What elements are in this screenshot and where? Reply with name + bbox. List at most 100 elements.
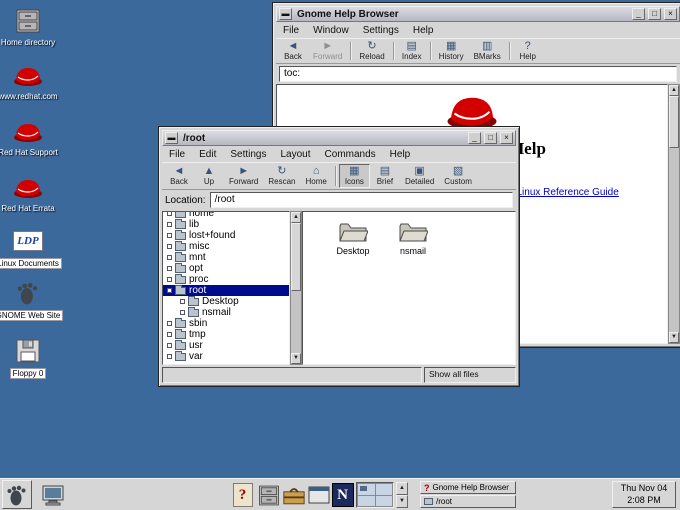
help-button[interactable]: ? Help bbox=[513, 40, 543, 62]
expander-icon[interactable] bbox=[167, 343, 172, 348]
desktop-icon-redhat-errata[interactable]: Red Hat Errata bbox=[2, 172, 54, 213]
help-launcher[interactable]: ? bbox=[230, 482, 255, 508]
pager-desktop-2[interactable] bbox=[376, 484, 393, 495]
help-titlebar[interactable]: ▬ Gnome Help Browser _ □ × bbox=[276, 6, 680, 22]
history-button[interactable]: ▦ History bbox=[434, 40, 469, 62]
tree-item-lib[interactable]: lib bbox=[163, 219, 289, 230]
scroll-down-icon[interactable]: ▼ bbox=[291, 353, 301, 364]
menu-layout[interactable]: Layout bbox=[281, 149, 311, 160]
menu-window[interactable]: Window bbox=[313, 25, 349, 36]
app-window-launcher[interactable] bbox=[306, 482, 331, 508]
back-button[interactable]: ◄ Back bbox=[164, 164, 194, 188]
pager-down-icon[interactable]: ▼ bbox=[396, 495, 408, 508]
task-help-browser[interactable]: ? Gnome Help Browser bbox=[420, 481, 516, 494]
menu-edit[interactable]: Edit bbox=[199, 149, 216, 160]
pager-desktop-1[interactable] bbox=[358, 484, 375, 495]
drawer-launcher[interactable] bbox=[256, 482, 281, 508]
expander-icon[interactable] bbox=[180, 299, 185, 304]
scroll-up-icon[interactable]: ▲ bbox=[669, 85, 679, 96]
desktop-icon-redhat-support[interactable]: Red Hat Support bbox=[2, 116, 54, 157]
expander-icon[interactable] bbox=[167, 266, 172, 271]
tree-item-desktop[interactable]: Desktop bbox=[163, 296, 289, 307]
scroll-down-icon[interactable]: ▼ bbox=[669, 332, 679, 343]
toolbox-launcher[interactable] bbox=[281, 482, 306, 508]
forward-button[interactable]: ► Forward bbox=[224, 164, 263, 188]
maximize-button[interactable]: □ bbox=[648, 8, 661, 20]
reload-button[interactable]: ↻ Reload bbox=[354, 40, 389, 62]
close-button[interactable]: × bbox=[500, 132, 513, 144]
expander-icon[interactable] bbox=[167, 233, 172, 238]
desktop-icon-gnome-web-site[interactable]: GNOME Web Site bbox=[2, 278, 54, 321]
tree-item-tmp[interactable]: tmp bbox=[163, 329, 289, 340]
expander-icon[interactable] bbox=[167, 354, 172, 359]
scroll-thumb[interactable] bbox=[291, 223, 301, 291]
bmarks-button[interactable]: ▥ BMarks bbox=[469, 40, 506, 62]
menu-settings[interactable]: Settings bbox=[230, 149, 266, 160]
file-titlebar[interactable]: ▬ /root _ □ × bbox=[162, 130, 516, 146]
scroll-thumb[interactable] bbox=[669, 96, 679, 148]
expander-icon[interactable] bbox=[180, 310, 185, 315]
menu-help[interactable]: Help bbox=[413, 25, 434, 36]
desktop-pager[interactable] bbox=[356, 482, 394, 508]
expander-icon[interactable] bbox=[167, 288, 172, 293]
minimize-button[interactable]: _ bbox=[468, 132, 481, 144]
tree-item-root-selected[interactable]: root bbox=[163, 285, 289, 296]
tree-item-opt[interactable]: opt bbox=[163, 263, 289, 274]
expander-icon[interactable] bbox=[167, 244, 172, 249]
expander-icon[interactable] bbox=[167, 321, 172, 326]
expander-icon[interactable] bbox=[167, 332, 172, 337]
tree-item-nsmail[interactable]: nsmail bbox=[163, 307, 289, 318]
file-item-nsmail[interactable]: nsmail bbox=[385, 220, 441, 256]
task-root-folder[interactable]: /root bbox=[420, 495, 516, 508]
tree-item-var[interactable]: var bbox=[163, 351, 289, 362]
home-button[interactable]: ⌂ Home bbox=[300, 164, 331, 188]
up-button[interactable]: ▲ Up bbox=[194, 164, 224, 188]
icons-view-button[interactable]: ▦ Icons bbox=[339, 164, 370, 188]
menu-file[interactable]: File bbox=[169, 149, 185, 160]
brief-view-button[interactable]: ▤ Brief bbox=[370, 164, 400, 188]
help-scrollbar[interactable]: ▲ ▼ bbox=[668, 84, 680, 344]
desktop-icon-floppy-0[interactable]: Floppy 0 bbox=[2, 336, 54, 379]
window-menu-button[interactable]: ▬ bbox=[279, 8, 292, 20]
index-button[interactable]: ▤ Index bbox=[397, 40, 427, 62]
menu-help[interactable]: Help bbox=[390, 149, 411, 160]
pager-desktop-3[interactable] bbox=[358, 496, 375, 507]
maximize-button[interactable]: □ bbox=[484, 132, 497, 144]
desktop-icon-redhat-com[interactable]: www.redhat.com bbox=[2, 60, 54, 101]
tree-item-mnt[interactable]: mnt bbox=[163, 252, 289, 263]
file-location-input[interactable]: /root bbox=[210, 192, 513, 208]
expander-icon[interactable] bbox=[167, 211, 172, 216]
file-item-desktop[interactable]: Desktop bbox=[325, 220, 381, 256]
menu-file[interactable]: File bbox=[283, 25, 299, 36]
scroll-trough[interactable] bbox=[669, 148, 679, 332]
expander-icon[interactable] bbox=[167, 255, 172, 260]
pager-desktop-4[interactable] bbox=[376, 496, 393, 507]
tree-item-proc[interactable]: proc bbox=[163, 274, 289, 285]
rescan-button[interactable]: ↻ Rescan bbox=[263, 164, 300, 188]
menu-commands[interactable]: Commands bbox=[325, 149, 376, 160]
minimize-button[interactable]: _ bbox=[632, 8, 645, 20]
window-menu-button[interactable]: ▬ bbox=[165, 132, 178, 144]
tree-item-misc[interactable]: misc bbox=[163, 241, 289, 252]
back-button[interactable]: ◄ Back bbox=[278, 40, 308, 62]
scroll-up-icon[interactable]: ▲ bbox=[291, 212, 301, 223]
desktop-icon-linux-documents[interactable]: LDP Linux Documents bbox=[2, 226, 54, 269]
menu-settings[interactable]: Settings bbox=[363, 25, 399, 36]
detailed-view-button[interactable]: ▣ Detailed bbox=[400, 164, 439, 188]
main-menu-button[interactable] bbox=[2, 480, 32, 509]
scroll-trough[interactable] bbox=[291, 291, 301, 353]
tree-item-usr[interactable]: usr bbox=[163, 340, 289, 351]
display-launcher[interactable] bbox=[40, 482, 65, 508]
help-location-input[interactable]: toc: bbox=[279, 66, 677, 82]
expander-icon[interactable] bbox=[167, 277, 172, 282]
tree-item-sbin[interactable]: sbin bbox=[163, 318, 289, 329]
custom-view-button[interactable]: ▧ Custom bbox=[439, 164, 477, 188]
netscape-launcher[interactable]: N bbox=[330, 482, 355, 508]
tree-item-lost-found[interactable]: lost+found bbox=[163, 230, 289, 241]
pager-up-icon[interactable]: ▲ bbox=[396, 482, 408, 495]
tree-scrollbar[interactable]: ▲ ▼ bbox=[290, 211, 302, 365]
close-button[interactable]: × bbox=[664, 8, 677, 20]
expander-icon[interactable] bbox=[167, 222, 172, 227]
forward-button[interactable]: ► Forward bbox=[308, 40, 347, 62]
tree-item-home[interactable]: home bbox=[163, 211, 289, 219]
